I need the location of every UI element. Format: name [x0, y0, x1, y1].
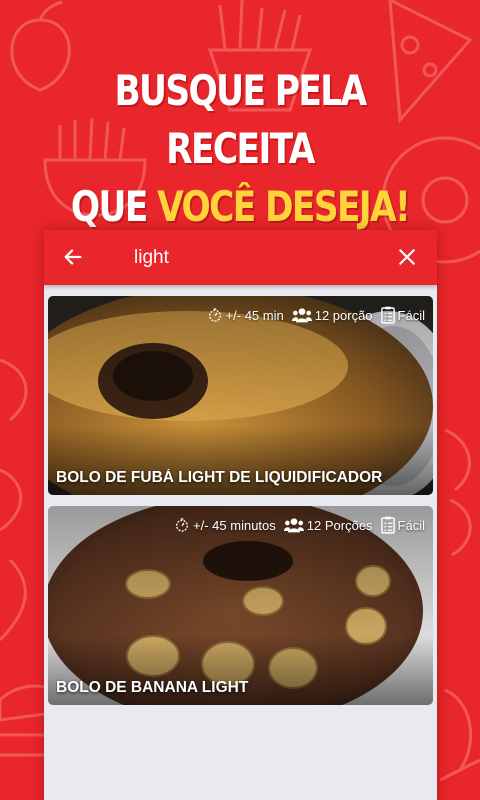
search-app-bar [44, 230, 437, 285]
recipe-title: BOLO DE BANANA LIGHT [56, 679, 249, 696]
people-icon [283, 518, 304, 533]
search-input[interactable] [134, 244, 374, 272]
servings: 12 Porções [283, 517, 373, 533]
timer-icon [208, 308, 221, 322]
checklist-icon [380, 516, 395, 534]
recipe-meta: +/- 45 min 12 porção Fácil [207, 304, 425, 326]
timer-icon [176, 518, 189, 532]
recipe-title: BOLO DE FUBÁ LIGHT DE LIQUIDIFICADOR [56, 469, 383, 486]
prep-time-value: +/- 45 minutos [193, 517, 276, 533]
prep-time-value: +/- 45 min [225, 307, 284, 323]
difficulty: Fácil [380, 516, 425, 534]
servings: 12 porção [291, 307, 373, 323]
difficulty: Fácil [380, 306, 425, 324]
people-icon [291, 308, 312, 323]
prep-time: +/- 45 min [207, 307, 284, 323]
recipe-card[interactable]: +/- 45 min 12 porção Fácil BOLO DE FUBÁ … [48, 296, 433, 495]
arrow-left-icon[interactable] [62, 246, 84, 268]
promo-line-1: BUSQUE PELA RECEITA [114, 66, 367, 173]
difficulty-value: Fácil [397, 517, 425, 533]
promo-line-2-highlight: VOCÊ DESEJA! [157, 182, 411, 231]
prep-time: +/- 45 minutos [174, 517, 276, 533]
promo-headline: BUSQUE PELA RECEITA QUE VOCÊ DESEJA! [43, 62, 437, 236]
servings-value: 12 Porções [306, 517, 373, 533]
difficulty-value: Fácil [397, 307, 425, 323]
promo-line-2: QUE VOCÊ DESEJA! [43, 178, 437, 236]
recipe-card[interactable]: +/- 45 minutos 12 Porções Fácil BOLO DE … [48, 506, 433, 705]
recipe-meta: +/- 45 minutos 12 Porções Fácil [174, 514, 425, 536]
servings-value: 12 porção [314, 307, 373, 323]
promo-line-2-plain: QUE [70, 182, 158, 231]
checklist-icon [380, 306, 395, 324]
close-icon[interactable] [397, 247, 417, 267]
app-screen: +/- 45 min 12 porção Fácil BOLO DE FUBÁ … [44, 230, 437, 800]
